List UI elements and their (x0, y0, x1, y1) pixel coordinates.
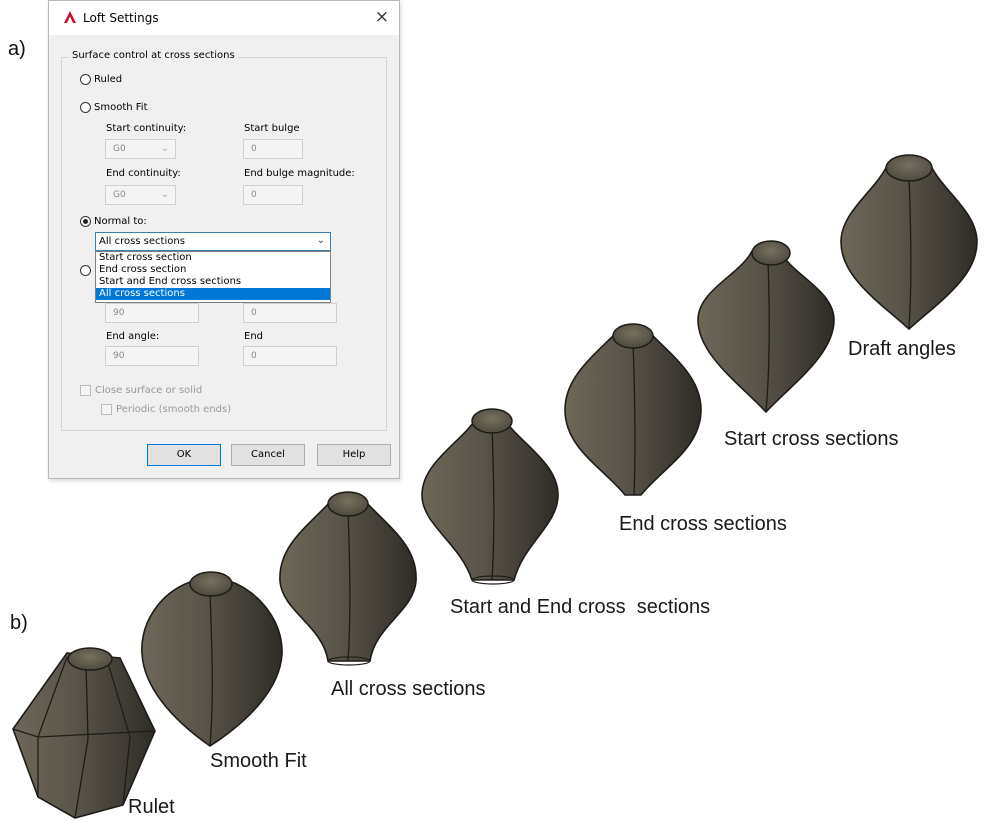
loft-settings-dialog: Loft Settings × Surface control at cross… (48, 0, 400, 479)
chevron-down-icon: ⌄ (160, 143, 169, 154)
end-magnitude-label: End (244, 331, 264, 342)
panel-label-a: a) (8, 38, 26, 60)
periodic-checkbox[interactable] (101, 404, 112, 415)
start-angle-field[interactable]: 90 (105, 303, 199, 323)
end-continuity-value: G0 (113, 190, 126, 200)
start-bulge-label: Start bulge (244, 123, 300, 134)
label-end-cross-sections: End cross sections (619, 513, 787, 535)
end-continuity-label: End continuity: (106, 168, 181, 179)
end-cross-sections-solid-render (564, 323, 702, 496)
draft-angles-radio[interactable] (80, 265, 91, 276)
option-start-cross-section[interactable]: Start cross section (96, 252, 330, 264)
periodic-label: Periodic (smooth ends) (116, 404, 232, 415)
ruled-label: Ruled (94, 74, 123, 85)
close-surface-label: Close surface or solid (95, 385, 203, 396)
dialog-title: Loft Settings (83, 11, 159, 25)
chevron-down-icon: ⌄ (160, 189, 169, 200)
option-end-cross-section[interactable]: End cross section (96, 264, 330, 276)
smooth-fit-radio[interactable] (80, 102, 91, 113)
smooth-fit-label: Smooth Fit (94, 102, 148, 113)
start-continuity-value: G0 (113, 144, 126, 154)
label-smooth-fit: Smooth Fit (210, 750, 307, 772)
help-button[interactable]: Help (317, 444, 391, 466)
panel-label-b: b) (10, 612, 28, 634)
close-surface-checkbox[interactable] (80, 385, 91, 396)
end-magnitude-field[interactable]: 0 (243, 346, 337, 366)
group-title: Surface control at cross sections (69, 50, 238, 61)
rulet-solid-render (12, 647, 156, 819)
start-continuity-label: Start continuity: (106, 123, 187, 134)
close-icon[interactable]: × (375, 7, 389, 27)
label-all-cross-sections: All cross sections (331, 678, 486, 700)
start-continuity-select[interactable]: G0 ⌄ (105, 139, 176, 159)
end-angle-label: End angle: (106, 331, 160, 342)
dialog-titlebar: Loft Settings × (49, 1, 399, 35)
option-all-cross-sections[interactable]: All cross sections (96, 288, 330, 300)
label-draft-angles: Draft angles (848, 338, 956, 360)
all-cross-sections-solid-render (279, 491, 417, 666)
label-start-cross-sections: Start cross sections (724, 428, 899, 450)
draft-angles-solid-render (840, 154, 978, 331)
normal-to-label: Normal to: (94, 216, 147, 227)
label-start-and-end-cross-sections: Start and End cross sections (450, 596, 711, 618)
option-start-and-end-cross-sections[interactable]: Start and End cross sections (96, 276, 330, 288)
normal-to-select[interactable]: All cross sections ⌄ (95, 232, 331, 251)
normal-to-dropdown: Start cross section End cross section St… (95, 251, 331, 303)
smooth-fit-solid-render (141, 571, 283, 747)
autocad-app-icon (64, 11, 76, 23)
start-and-end-cross-sections-solid-render (421, 408, 559, 585)
normal-to-selected-value: All cross sections (99, 236, 185, 247)
ruled-radio[interactable] (80, 74, 91, 85)
start-cross-sections-solid-render (697, 240, 835, 414)
ok-button[interactable]: OK (147, 444, 221, 466)
end-bulge-field[interactable]: 0 (243, 185, 303, 205)
start-magnitude-field[interactable]: 0 (243, 303, 337, 323)
cancel-button[interactable]: Cancel (231, 444, 305, 466)
label-rulet: Rulet (128, 796, 175, 818)
end-continuity-select[interactable]: G0 ⌄ (105, 185, 176, 205)
normal-to-radio[interactable] (80, 216, 91, 227)
chevron-down-icon: ⌄ (316, 235, 325, 246)
end-angle-field[interactable]: 90 (105, 346, 199, 366)
end-bulge-label: End bulge magnitude: (244, 168, 355, 179)
start-bulge-field[interactable]: 0 (243, 139, 303, 159)
